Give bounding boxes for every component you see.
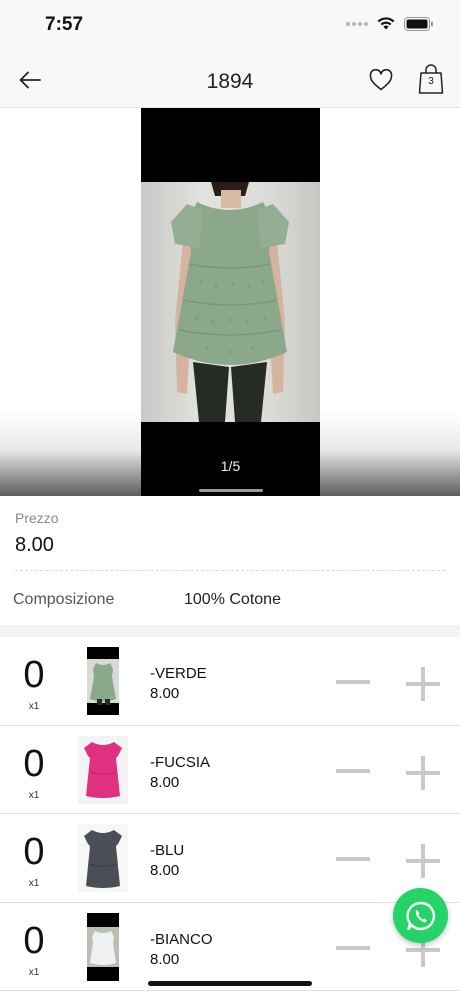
minus-icon[interactable]	[334, 931, 372, 965]
variant-quantity: 0	[23, 831, 45, 873]
gallery-frame: 1/5	[141, 108, 320, 496]
variant-thumbnail	[78, 912, 128, 981]
plus-icon[interactable]	[404, 754, 442, 792]
variant-quantity: 0	[23, 742, 45, 785]
variant-thumbnail	[78, 647, 128, 715]
variant-name: -BLU	[150, 842, 185, 859]
cart-count-badge: 3	[428, 76, 434, 87]
section-separator	[0, 625, 460, 637]
variant-row-fucsia: 0 x1 -FUCSIA 8.00	[0, 725, 460, 814]
variant-thumbnail	[78, 824, 128, 892]
variant-row-bianco: 0 x1 -BIANCO 8.00	[0, 902, 460, 991]
variant-price: 8.00	[150, 773, 180, 791]
heart-icon	[369, 69, 393, 91]
variant-name: -FUCSIA	[150, 753, 210, 771]
variant-name: -BIANCO	[150, 930, 213, 948]
signal-icon	[346, 21, 368, 26]
variant-name: -VERDE	[150, 665, 207, 682]
composition-value: 100% Cotone	[184, 591, 281, 608]
minus-icon[interactable]	[334, 665, 372, 699]
composition-row: Composizione 100% Cotone	[0, 575, 460, 625]
price-section: Prezzo 8.00	[0, 496, 460, 572]
favorite-button[interactable]	[366, 65, 396, 95]
variant-quantity: 0	[23, 919, 45, 962]
variant-row-verde: 0 x1 -VERDE 8.00	[0, 637, 460, 726]
variant-multiplier: x1	[28, 878, 40, 889]
gallery-counter: 1/5	[220, 458, 241, 474]
product-photo	[141, 182, 320, 422]
variant-multiplier: x1	[28, 789, 40, 801]
variant-thumbnail	[78, 735, 128, 804]
whatsapp-icon	[405, 901, 435, 930]
minus-icon[interactable]	[334, 754, 372, 788]
product-gallery[interactable]: 1/5	[0, 108, 460, 496]
nav-bar: 1894 3	[0, 50, 460, 108]
plus-icon[interactable]	[404, 842, 442, 880]
price-label: Prezzo	[15, 510, 59, 526]
whatsapp-button[interactable]	[393, 888, 448, 943]
variant-multiplier: x1	[28, 966, 40, 978]
minus-icon[interactable]	[334, 842, 372, 876]
battery-icon	[404, 16, 433, 31]
variant-price: 8.00	[150, 950, 180, 968]
plus-icon[interactable]	[404, 665, 442, 703]
variant-multiplier: x1	[28, 701, 40, 712]
status-bar: 7:57	[0, 0, 460, 50]
cart-button[interactable]: 3	[416, 63, 446, 95]
variant-list: 0 x1 -VERDE 8.00 0 x1 -FUCSIA 8.00 0 x1 …	[0, 637, 460, 991]
variant-quantity: 0	[23, 654, 45, 696]
variant-price: 8.00	[150, 685, 180, 702]
variant-price: 8.00	[150, 862, 180, 879]
gallery-progress-bar	[199, 489, 263, 492]
composition-label: Composizione	[13, 591, 115, 608]
status-time: 7:57	[45, 14, 84, 35]
status-icons	[346, 16, 434, 31]
variant-row-blu: 0 x1 -BLU 8.00	[0, 814, 460, 903]
price-value: 8.00	[15, 534, 54, 556]
home-indicator	[148, 981, 312, 986]
wifi-icon	[377, 17, 395, 30]
divider	[15, 570, 445, 571]
